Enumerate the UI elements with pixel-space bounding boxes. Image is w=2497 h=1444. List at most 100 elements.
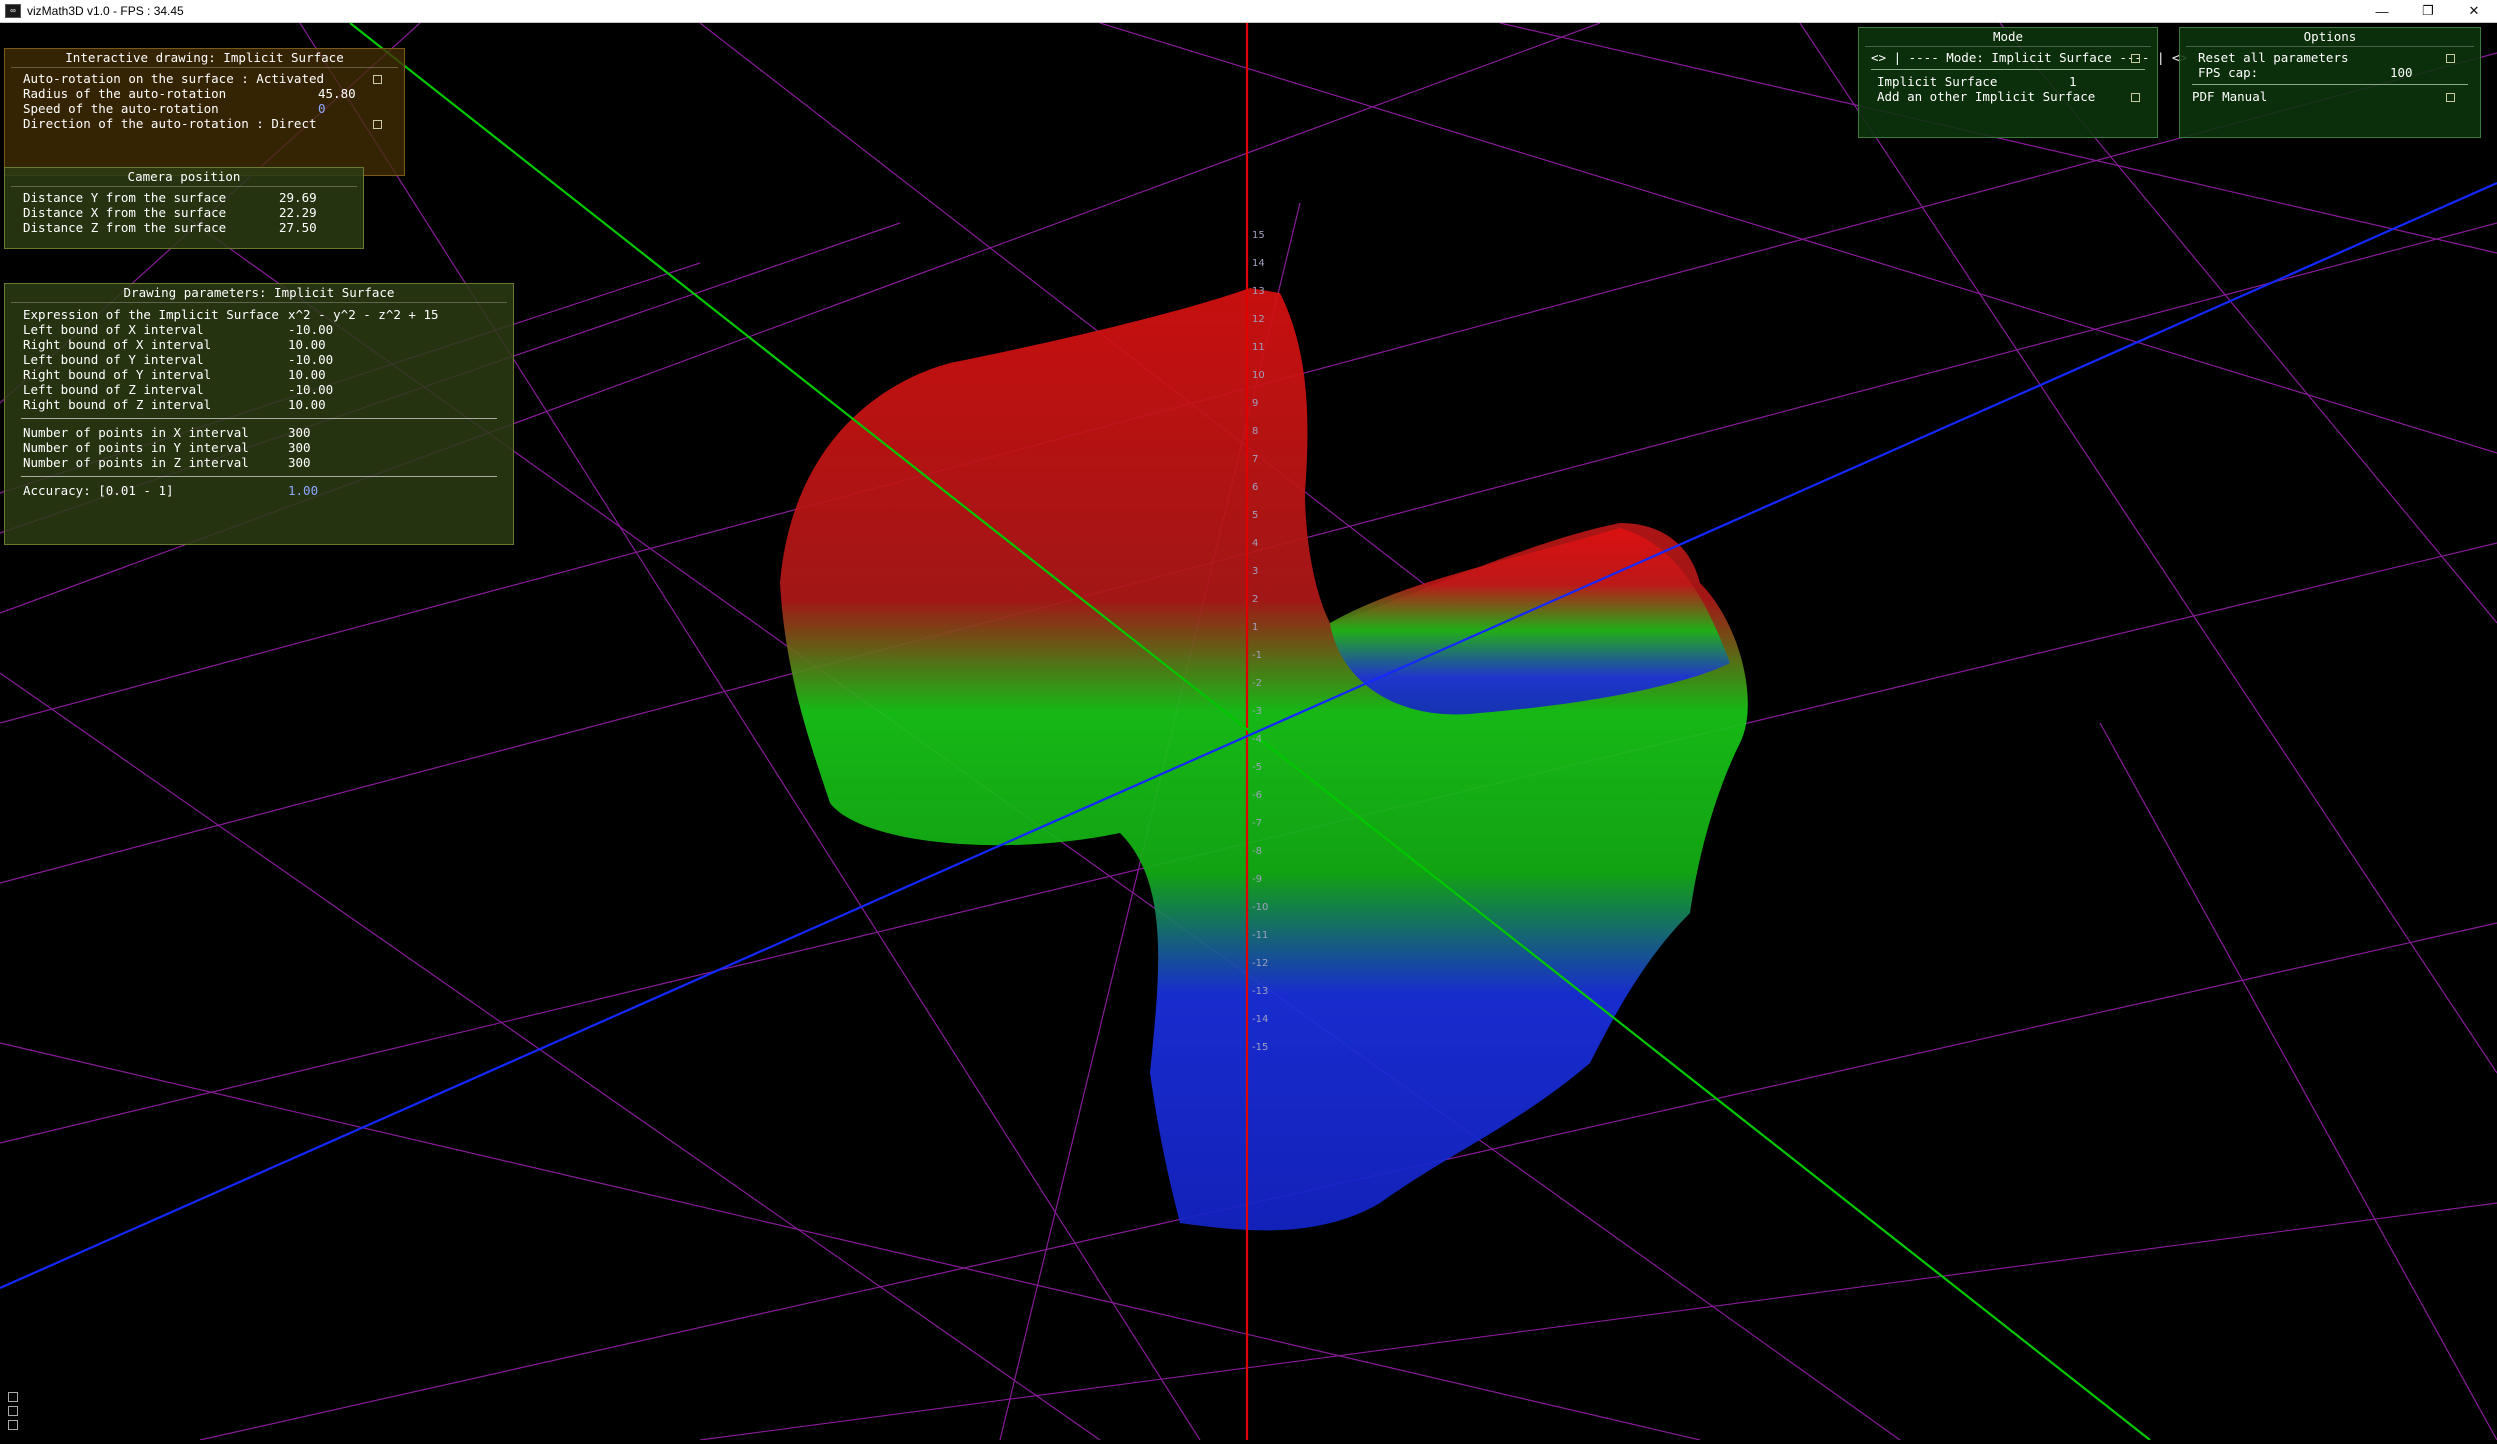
interval-bound-row-label: Right bound of Z interval: [23, 397, 212, 412]
panel-title: Mode: [1865, 28, 2151, 47]
camera-distance-row-label: Distance Z from the surface: [23, 220, 227, 235]
axis-tick-label: 2: [1252, 594, 1258, 605]
reset-checkbox[interactable]: [2446, 54, 2455, 63]
axis-tick-label: 5: [1252, 510, 1258, 521]
camera-distance-row-value[interactable]: 29.69: [279, 190, 317, 205]
options-panel: Options Reset all parameters FPS cap: 10…: [2179, 27, 2481, 138]
expression-value[interactable]: x^2 - y^2 - z^2 + 15: [288, 307, 439, 322]
speed-value[interactable]: 0: [318, 101, 326, 116]
pdf-manual-label: PDF Manual: [2192, 89, 2268, 104]
axis-tick-label: -2: [1252, 678, 1262, 689]
close-icon[interactable]: ✕: [2451, 0, 2497, 22]
axis-tick-label: -11: [1252, 930, 1268, 941]
camera-distance-row-value[interactable]: 27.50: [279, 220, 317, 235]
interval-bound-row-label: Left bound of Z interval: [23, 382, 204, 397]
axis-tick-label: -3: [1252, 706, 1262, 717]
window-titlebar[interactable]: ∞ vizMath3D v1.0 - FPS : 34.45 — ❐ ✕: [0, 0, 2497, 23]
accuracy-row[interactable]: Accuracy: [0.01 - 1] 1.00: [5, 483, 513, 498]
mode-checkbox[interactable]: [2131, 54, 2140, 63]
interval-bound-row-value[interactable]: -10.00: [288, 352, 333, 367]
interval-bound-row[interactable]: Left bound of Y interval -10.00: [5, 352, 513, 367]
points-count-row[interactable]: Number of points in Y interval 300: [5, 440, 513, 455]
radius-label: Radius of the auto-rotation: [23, 86, 227, 101]
divider: [21, 476, 497, 477]
interactive-drawing-panel: Interactive drawing: Implicit Surface Au…: [4, 48, 405, 176]
interval-bound-row-label: Left bound of X interval: [23, 322, 204, 337]
mode-selector-row[interactable]: <> | ---- Mode: Implicit Surface ---- | …: [1859, 50, 2187, 65]
implicit-surface-count[interactable]: 1: [2069, 74, 2077, 89]
radius-value[interactable]: 45.80: [318, 86, 356, 101]
interval-bound-row-label: Right bound of Y interval: [23, 367, 212, 382]
points-count-row-value[interactable]: 300: [288, 425, 311, 440]
camera-distance-row-label: Distance Y from the surface: [23, 190, 227, 205]
axis-tick-label: -1: [1252, 650, 1262, 661]
window-title: vizMath3D v1.0 - FPS : 34.45: [27, 4, 184, 18]
points-count-row-value[interactable]: 300: [288, 455, 311, 470]
pdf-manual-row[interactable]: PDF Manual: [2180, 89, 2480, 104]
small-toolbar-icon[interactable]: [8, 1392, 18, 1402]
interval-bound-row-value[interactable]: 10.00: [288, 397, 326, 412]
camera-distance-row[interactable]: Distance Y from the surface 29.69: [5, 190, 363, 205]
grid-line: [1799, 22, 2497, 1074]
camera-position-panel: Camera position Distance Y from the surf…: [4, 167, 364, 249]
minimize-icon[interactable]: —: [2359, 0, 2405, 22]
reset-row[interactable]: Reset all parameters: [2180, 50, 2480, 65]
interval-bound-row[interactable]: Right bound of X interval 10.00: [5, 337, 513, 352]
interval-bound-row-value[interactable]: 10.00: [288, 367, 326, 382]
axis-tick-label: 1: [1252, 622, 1258, 633]
interval-bound-row-label: Left bound of Y interval: [23, 352, 204, 367]
fps-row[interactable]: FPS cap: 100: [2180, 65, 2480, 80]
pdf-manual-checkbox[interactable]: [2446, 93, 2455, 102]
interval-bound-row[interactable]: Left bound of X interval -10.00: [5, 322, 513, 337]
radius-row[interactable]: Radius of the auto-rotation 45.80: [5, 86, 404, 101]
accuracy-label: Accuracy: [0.01 - 1]: [23, 483, 174, 498]
restore-icon[interactable]: ❐: [2405, 0, 2451, 22]
axis-tick-label: 9: [1252, 398, 1258, 409]
axis-tick-label: -12: [1252, 958, 1268, 969]
expression-row[interactable]: Expression of the Implicit Surface x^2 -…: [5, 307, 513, 322]
axis-tick-label: 4: [1252, 538, 1258, 549]
axis-tick-label: 3: [1252, 566, 1258, 577]
camera-distance-row-label: Distance X from the surface: [23, 205, 227, 220]
interval-bound-row-value[interactable]: -10.00: [288, 322, 333, 337]
axis-tick-label: -9: [1252, 874, 1262, 885]
axis-tick-label: -15: [1252, 1042, 1268, 1053]
axis-tick-label: -8: [1252, 846, 1262, 857]
fps-value[interactable]: 100: [2390, 65, 2413, 80]
axis-tick-label: -10: [1252, 902, 1268, 913]
axis-tick-label: 7: [1252, 454, 1258, 465]
window-controls: — ❐ ✕: [2359, 0, 2497, 22]
points-count-row-label: Number of points in X interval: [23, 425, 249, 440]
small-toolbar-icon[interactable]: [8, 1406, 18, 1416]
camera-distance-row[interactable]: Distance X from the surface 22.29: [5, 205, 363, 220]
small-toolbar-icon[interactable]: [8, 1420, 18, 1430]
axis-tick-label: 12: [1252, 314, 1265, 325]
interval-bound-row[interactable]: Right bound of Z interval 10.00: [5, 397, 513, 412]
panel-title: Camera position: [11, 168, 357, 187]
interval-bound-row-label: Right bound of X interval: [23, 337, 212, 352]
speed-row[interactable]: Speed of the auto-rotation 0: [5, 101, 404, 116]
grid-line: [699, 1202, 2497, 1441]
camera-distance-row[interactable]: Distance Z from the surface 27.50: [5, 220, 363, 235]
auto-rotation-checkbox[interactable]: [373, 75, 382, 84]
interval-bound-row[interactable]: Left bound of Z interval -10.00: [5, 382, 513, 397]
points-count-row-label: Number of points in Z interval: [23, 455, 249, 470]
implicit-surface-row[interactable]: Implicit Surface 1: [1859, 74, 2157, 89]
direction-row[interactable]: Direction of the auto-rotation : Direct: [5, 116, 404, 131]
points-count-row[interactable]: Number of points in Z interval 300: [5, 455, 513, 470]
add-surface-checkbox[interactable]: [2131, 93, 2140, 102]
interval-bound-row[interactable]: Right bound of Y interval 10.00: [5, 367, 513, 382]
fps-label: FPS cap:: [2198, 65, 2259, 80]
speed-label: Speed of the auto-rotation: [23, 101, 219, 116]
interval-bound-row-value[interactable]: -10.00: [288, 382, 333, 397]
add-surface-row[interactable]: Add an other Implicit Surface: [1859, 89, 2157, 104]
auto-rotation-row[interactable]: Auto-rotation on the surface : Activated: [5, 71, 404, 86]
direction-checkbox[interactable]: [373, 120, 382, 129]
points-count-row-value[interactable]: 300: [288, 440, 311, 455]
points-count-row[interactable]: Number of points in X interval 300: [5, 425, 513, 440]
interval-bound-row-value[interactable]: 10.00: [288, 337, 326, 352]
accuracy-value[interactable]: 1.00: [288, 483, 318, 498]
3d-viewport[interactable]: 15 14 13 12 11 10 9 8 7 6 5 4 3 2 1 -1 -2 -3 -4 -5 -6 -7 -8 -9-…: [0, 22, 2497, 1441]
axis-tick-label: -7: [1252, 818, 1262, 829]
camera-distance-row-value[interactable]: 22.29: [279, 205, 317, 220]
